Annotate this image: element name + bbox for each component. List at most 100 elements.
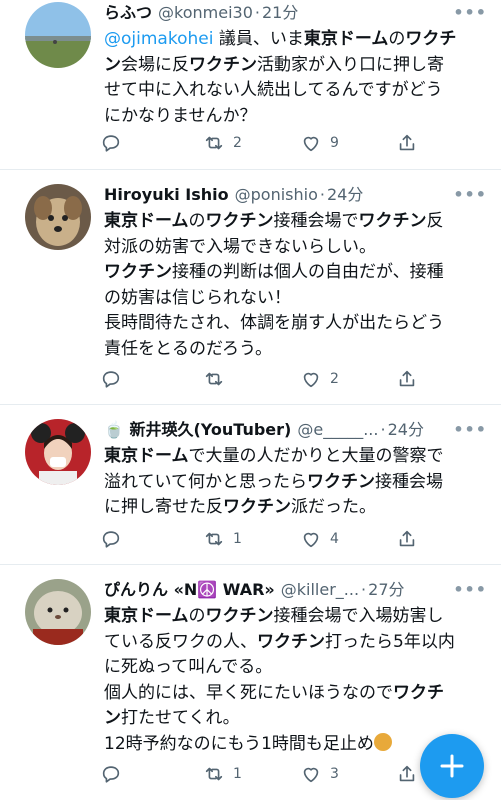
reply-button[interactable] bbox=[100, 132, 203, 154]
text-segment: に死ぬって叫んでる。 bbox=[104, 657, 273, 677]
separator-dot: · bbox=[380, 420, 386, 439]
text-segment: 議員、いま bbox=[213, 29, 304, 49]
tweet-text-line: ている反ワクの人、ワクチン打ったら5年以内 bbox=[104, 630, 487, 656]
tweet-text-line: 東京ドームで大量の人だかりと大量の警察で bbox=[104, 444, 487, 470]
tweet-text-line: @ojimakohei 議員、いま東京ドームのワクチ bbox=[104, 27, 487, 53]
tweet-time[interactable]: 24分 bbox=[388, 417, 424, 443]
highlighted-keyword: ワクチン bbox=[306, 471, 375, 492]
tweet-text: 東京ドームで大量の人だかりと大量の警察で 溢れていて何かと思ったらワクチン接種会場… bbox=[104, 444, 487, 521]
highlighted-keyword: ワクチン bbox=[223, 497, 291, 517]
separator-dot: · bbox=[319, 185, 325, 204]
tweet-time[interactable]: 21分 bbox=[262, 0, 298, 26]
more-icon[interactable]: ••• bbox=[453, 577, 487, 603]
tweet-text-line: に押し寄せた反ワクチン派だった。 bbox=[104, 495, 487, 521]
share-button[interactable] bbox=[396, 528, 418, 550]
reply-button[interactable] bbox=[100, 528, 203, 550]
tweet-text-line: 東京ドームのワクチン接種会場で入場妨害し bbox=[104, 604, 487, 630]
user-handle[interactable]: @killer_... bbox=[281, 577, 359, 603]
display-name[interactable]: 🍵 新井瑛久(YouTuber) bbox=[104, 417, 291, 443]
tweet-text-line: 対派の妨害で入場できないらしい。 bbox=[104, 235, 487, 261]
tweet-text-line: ン会場に反ワクチン活動家が入り口に押し寄 bbox=[104, 53, 487, 79]
highlighted-keyword: ワクチン bbox=[104, 262, 172, 282]
display-name[interactable]: Hiroyuki Ishio bbox=[104, 182, 229, 208]
highlighted-keyword: 東京ドーム bbox=[104, 446, 189, 466]
tweet-text-line: の妨害は信じられない！ bbox=[104, 286, 487, 312]
avatar[interactable] bbox=[25, 2, 91, 68]
text-segment: の妨害は信じられない！ bbox=[104, 287, 291, 308]
reply-icon bbox=[102, 135, 120, 152]
reply-button[interactable] bbox=[100, 368, 203, 390]
text-segment: の bbox=[188, 606, 206, 626]
share-button[interactable] bbox=[396, 132, 418, 154]
share-button[interactable] bbox=[396, 763, 418, 785]
tweet-text-line: にかなりませんか？ bbox=[104, 104, 487, 130]
user-handle[interactable]: @ponishio bbox=[235, 182, 318, 208]
share-icon bbox=[399, 530, 415, 547]
like-count: 9 bbox=[330, 135, 339, 151]
more-icon[interactable]: ••• bbox=[453, 417, 487, 443]
tweet[interactable]: 🍵 新井瑛久(YouTuber) @e_____... · 24分 ••• 東京… bbox=[0, 405, 501, 565]
retweet-button[interactable] bbox=[203, 368, 300, 390]
text-segment: にかなりませんか？ bbox=[104, 105, 257, 126]
highlighted-keyword: 東京ドーム bbox=[104, 606, 189, 626]
like-button[interactable]: 2 bbox=[300, 368, 396, 390]
text-segment: 責任をとるのだろう。 bbox=[104, 338, 272, 359]
heart-icon bbox=[303, 532, 319, 548]
tweet-text: 東京ドームのワクチン接種会場で入場妨害し ている反ワクの人、ワクチン打ったら5年以… bbox=[104, 604, 487, 757]
highlighted-keyword: ン bbox=[104, 54, 121, 75]
compose-tweet-button[interactable] bbox=[420, 734, 484, 798]
avatar[interactable] bbox=[25, 419, 91, 485]
avatar[interactable] bbox=[25, 184, 91, 250]
tweet-text-line: せて中に入れない人続出してるんですがどう bbox=[104, 78, 487, 104]
tweet[interactable]: らふつ @konmei30 · 21分 ••• @ojimakohei 議員、い… bbox=[0, 0, 501, 170]
more-icon[interactable]: ••• bbox=[453, 182, 487, 208]
reply-button[interactable] bbox=[100, 763, 203, 785]
display-name[interactable]: ぴんりん «N☮️ WAR» bbox=[104, 577, 275, 603]
mention-link[interactable]: @ojimakohei bbox=[104, 29, 213, 49]
highlighted-keyword: ワクチン bbox=[205, 606, 274, 626]
reply-icon bbox=[102, 531, 120, 548]
like-button[interactable]: 4 bbox=[300, 528, 396, 550]
display-name[interactable]: らふつ bbox=[104, 0, 152, 26]
more-icon[interactable]: ••• bbox=[453, 0, 487, 26]
user-handle[interactable]: @e_____... bbox=[297, 417, 378, 443]
highlighted-keyword: 東京ドーム bbox=[104, 211, 189, 231]
like-count: 3 bbox=[330, 766, 339, 782]
heart-icon bbox=[303, 767, 319, 783]
share-button[interactable] bbox=[396, 368, 418, 390]
retweet-button[interactable]: 2 bbox=[203, 132, 300, 154]
text-segment: 接種会場で bbox=[273, 211, 359, 231]
heart-icon bbox=[303, 136, 319, 152]
text-segment: 接種会場で入場妨害し bbox=[273, 606, 444, 626]
text-segment: ている反ワクの人、 bbox=[104, 631, 257, 652]
separator-dot: · bbox=[254, 3, 260, 22]
text-segment: 反 bbox=[426, 211, 444, 231]
highlighted-keyword: 東京ドーム bbox=[303, 29, 389, 49]
retweet-button[interactable]: 1 bbox=[203, 528, 300, 550]
tweet[interactable]: Hiroyuki Ishio @ponishio · 24分 ••• 東京ドーム… bbox=[0, 170, 501, 405]
like-count: 4 bbox=[330, 531, 339, 547]
retweet-icon bbox=[205, 767, 223, 781]
tweet-text-line: 溢れていて何かと思ったらワクチン接種会場 bbox=[104, 470, 487, 496]
avatar[interactable] bbox=[25, 579, 91, 645]
text-segment: 個人的には、早く死にたいほうなので bbox=[104, 682, 393, 703]
highlighted-keyword: ワクチン bbox=[189, 54, 257, 75]
reply-icon bbox=[102, 371, 120, 388]
tweet-time[interactable]: 27分 bbox=[368, 577, 404, 603]
like-button[interactable]: 3 bbox=[300, 763, 396, 785]
user-handle[interactable]: @konmei30 bbox=[158, 0, 253, 26]
share-icon bbox=[399, 370, 415, 387]
tweet-text-line: に死ぬって叫んでる。 bbox=[104, 655, 487, 681]
highlighted-keyword: ワクチン bbox=[205, 211, 274, 231]
text-segment: 対派の妨害で入場できないらしい。 bbox=[104, 236, 376, 257]
like-button[interactable]: 9 bbox=[300, 132, 396, 154]
tweet-time[interactable]: 24分 bbox=[327, 182, 363, 208]
compose-plus-icon bbox=[440, 754, 464, 778]
retweet-icon bbox=[205, 372, 223, 386]
retweet-count: 2 bbox=[233, 135, 242, 151]
retweet-button[interactable]: 1 bbox=[203, 763, 300, 785]
share-icon bbox=[399, 765, 415, 782]
retweet-count: 1 bbox=[233, 531, 242, 547]
tweet-text-line: 長時間待たされ、体調を崩す人が出たらどう bbox=[104, 311, 487, 337]
text-segment: 接種会場 bbox=[374, 471, 443, 492]
